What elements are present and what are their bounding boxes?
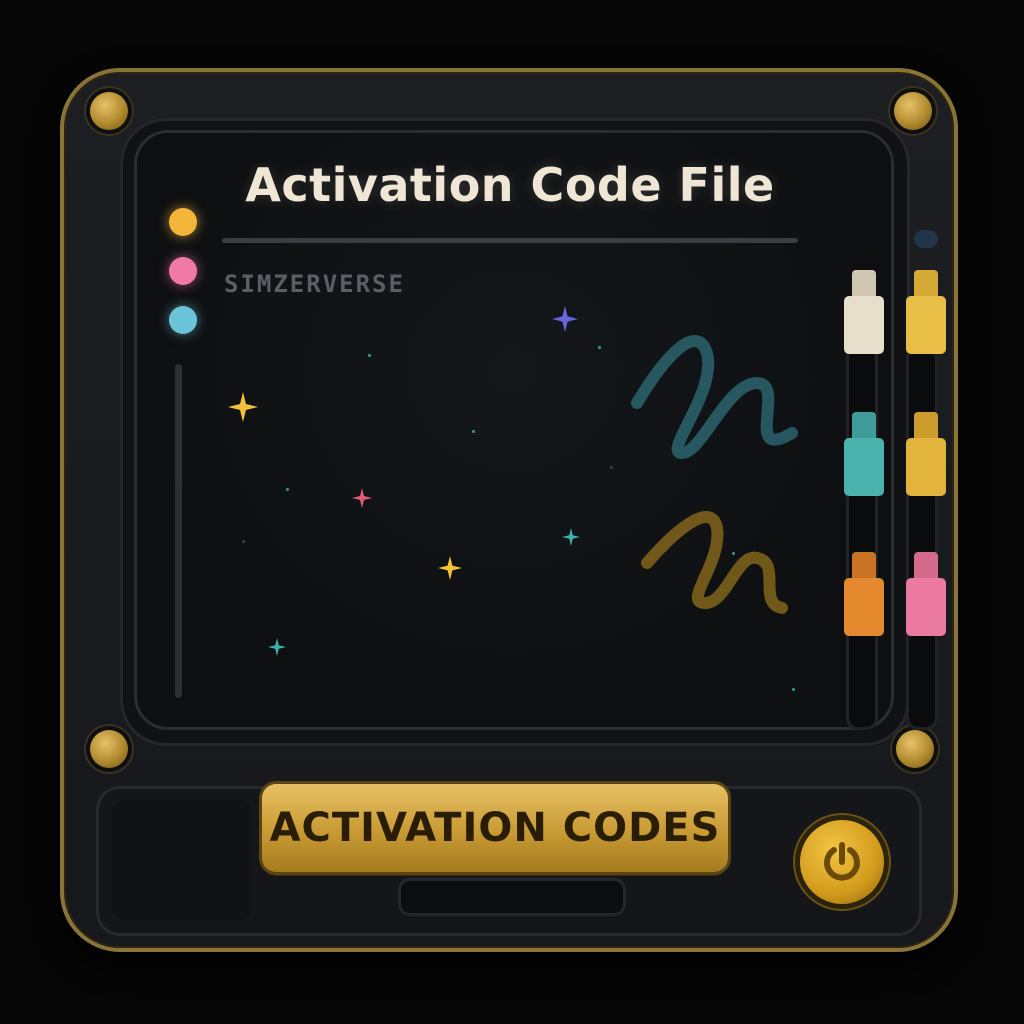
teal-scribble — [631, 335, 798, 460]
power-icon — [824, 842, 860, 881]
slider-gold-top[interactable] — [906, 270, 946, 354]
slider-cap — [852, 552, 876, 578]
slider-cap — [914, 270, 938, 296]
slider-teal[interactable] — [844, 412, 884, 496]
slider-body — [906, 578, 946, 636]
left-tray — [112, 800, 252, 920]
slider-body — [906, 296, 946, 354]
star-dot — [242, 540, 245, 543]
led-yellow — [169, 208, 197, 236]
screw-bottom-left — [90, 730, 128, 768]
screw-bottom-right — [896, 730, 934, 768]
sparkle-icon — [228, 392, 258, 422]
slider-cap — [914, 412, 938, 438]
sparkle-icon — [268, 638, 286, 656]
screw-top-right — [894, 92, 932, 130]
slider-gold-mid[interactable] — [906, 412, 946, 496]
display-screen — [134, 130, 894, 730]
star-dot — [598, 346, 601, 349]
sparkle-icon — [552, 306, 578, 332]
star-dot — [368, 354, 371, 357]
slider-cap — [852, 412, 876, 438]
slider-body — [906, 438, 946, 496]
screw-top-left — [90, 92, 128, 130]
slider-body — [844, 438, 884, 496]
star-dot — [472, 430, 475, 433]
slider-cap — [914, 552, 938, 578]
gold-scribble — [641, 511, 788, 614]
slider-rail-left — [846, 346, 878, 730]
slider-rail-right — [906, 346, 938, 730]
led-cyan — [169, 306, 197, 334]
power-button[interactable] — [800, 820, 884, 904]
sparkle-icon — [352, 488, 372, 508]
slider-body — [844, 296, 884, 354]
star-dot — [792, 688, 795, 691]
screen-title: Activation Code File — [245, 158, 775, 212]
sparkle-icon — [438, 556, 462, 580]
title-divider — [222, 238, 798, 243]
slider-orange[interactable] — [844, 552, 884, 636]
card-slot[interactable] — [398, 878, 626, 916]
slider-cap — [852, 270, 876, 296]
star-dot — [286, 488, 289, 491]
slider-cream[interactable] — [844, 270, 884, 354]
status-indicator — [914, 230, 938, 248]
brand-label: SIMZERVERSE — [224, 270, 405, 298]
starfield — [631, 335, 798, 614]
left-scroll-track[interactable] — [175, 364, 182, 698]
sparkle-icon — [562, 528, 580, 546]
activation-codes-button[interactable]: ACTIVATION CODES — [262, 784, 728, 872]
led-pink — [169, 257, 197, 285]
star-dot — [732, 552, 735, 555]
star-dot — [610, 466, 613, 469]
slider-pink[interactable] — [906, 552, 946, 636]
slider-body — [844, 578, 884, 636]
